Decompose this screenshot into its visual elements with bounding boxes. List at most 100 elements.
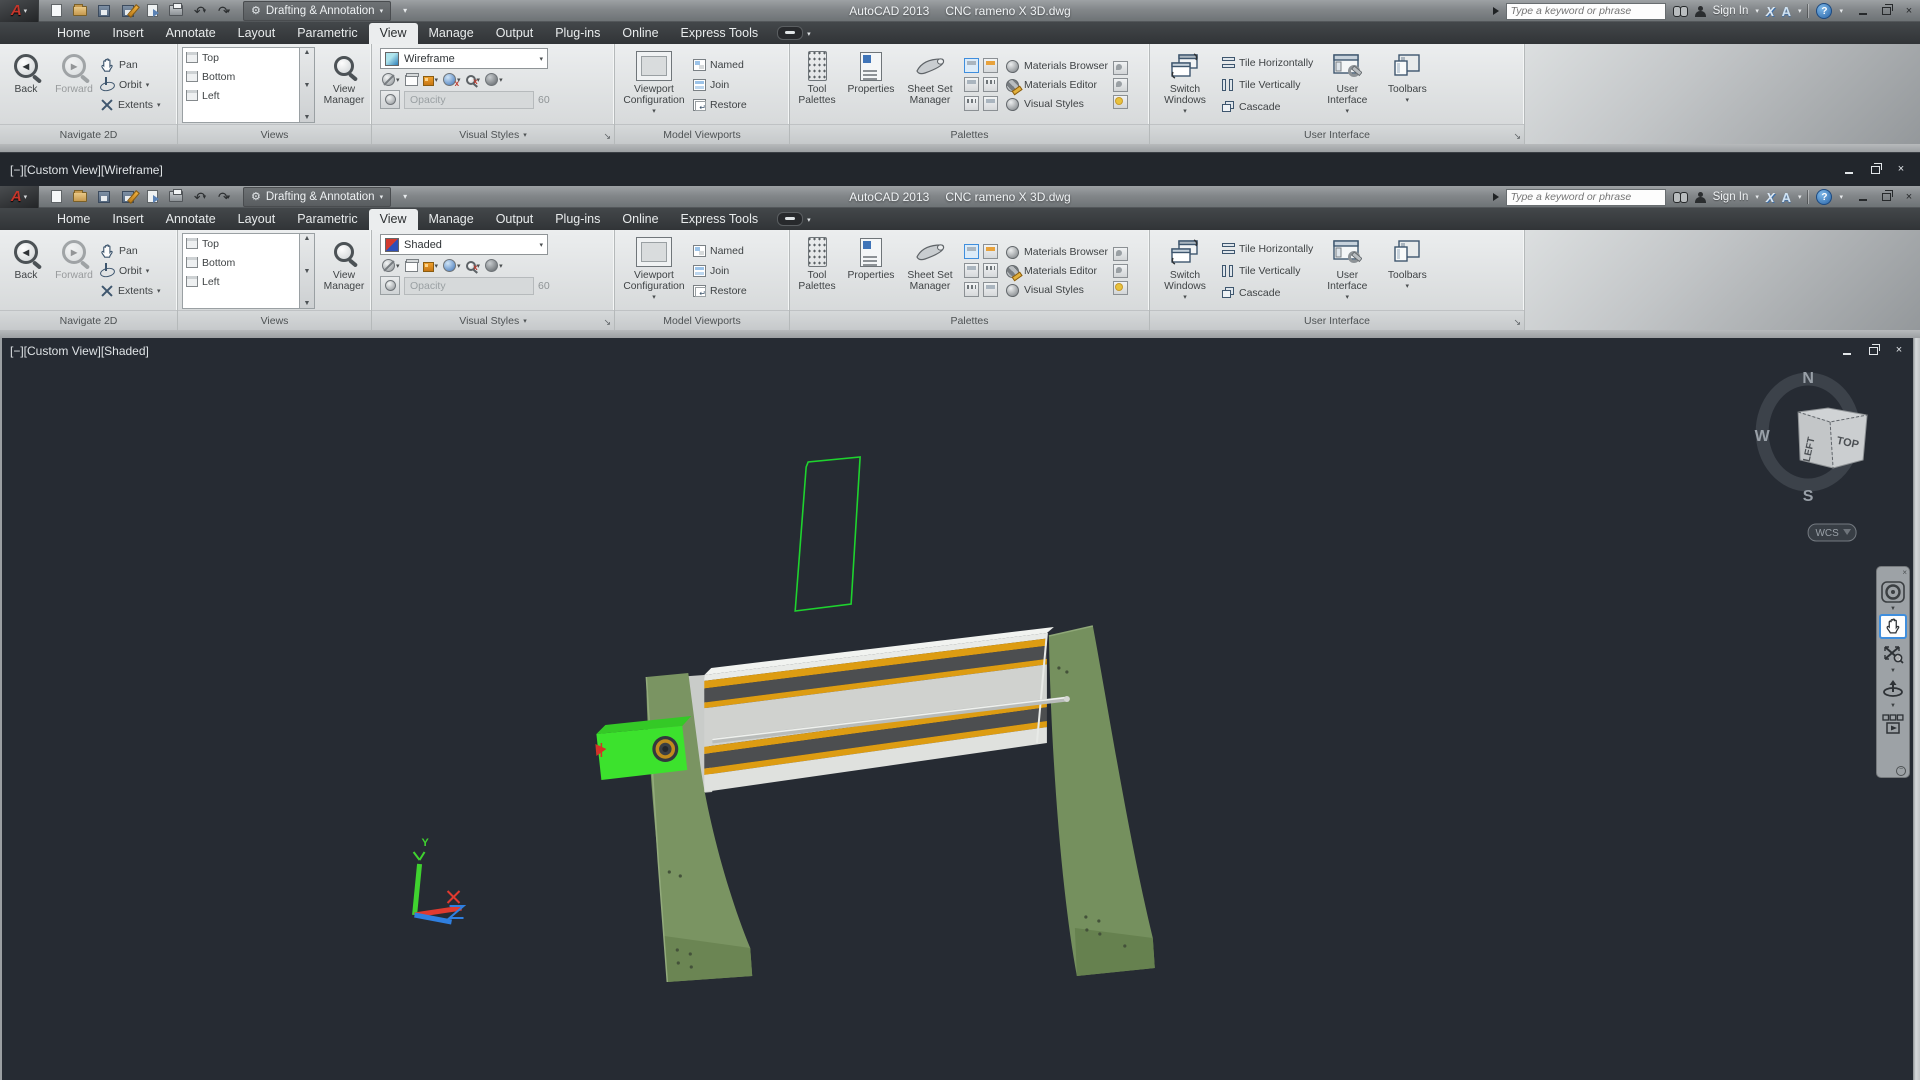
join-viewports-button[interactable]: Join <box>693 75 747 95</box>
navigation-wheel-button[interactable] <box>1879 579 1907 604</box>
dialog-launcher-icon[interactable]: ↘ <box>603 131 611 142</box>
panel-label-user-interface[interactable]: User Interface↘ <box>1150 124 1524 144</box>
tab-parametric[interactable]: Parametric <box>286 23 368 44</box>
tool-palettes-button[interactable]: Tool Palettes <box>794 47 840 123</box>
named-viewports-button[interactable]: Named <box>693 241 747 261</box>
tab-layout[interactable]: Layout <box>227 209 287 230</box>
user-interface-button[interactable]: User Interface▾ <box>1319 233 1375 309</box>
panel-label-user-interface[interactable]: User Interface↘ <box>1150 310 1524 330</box>
materials-editor-button[interactable]: Materials Editor <box>1006 263 1108 279</box>
panel-label-navigate[interactable]: Navigate 2D <box>0 310 177 330</box>
panel-label-palettes[interactable]: Palettes <box>790 124 1149 144</box>
tab-plugins[interactable]: Plug-ins <box>544 209 611 230</box>
view-left[interactable]: Left <box>183 86 299 105</box>
search-history-icon[interactable] <box>1493 7 1499 15</box>
pan-button[interactable]: Pan <box>100 241 161 261</box>
tab-annotate[interactable]: Annotate <box>155 23 227 44</box>
save-button[interactable] <box>95 188 113 205</box>
design-center-button[interactable] <box>964 96 979 111</box>
navbar-customize-icon[interactable]: − <box>1896 766 1906 776</box>
autodesk-360-icon[interactable]: A <box>1782 190 1791 205</box>
visual-styles-palette-button[interactable]: Visual Styles <box>1006 282 1108 298</box>
dialog-launcher-icon[interactable]: ↘ <box>603 317 611 328</box>
tile-horizontally-button[interactable]: Tile Horizontally <box>1222 53 1313 73</box>
view-manager-button[interactable]: View Manager <box>321 233 367 309</box>
back-button[interactable]: ◂ Back <box>4 47 48 123</box>
face-style-button[interactable] <box>403 259 420 272</box>
xray-button[interactable]: x▾ <box>464 260 483 272</box>
toolbars-button[interactable]: Toolbars▾ <box>1381 233 1433 309</box>
chevron-down-icon[interactable]: ▾ <box>1755 193 1759 201</box>
chevron-down-icon[interactable]: ▼ <box>1890 668 1896 674</box>
view-top[interactable]: Top <box>183 234 299 253</box>
panel-label-model-viewports[interactable]: Model Viewports <box>615 124 789 144</box>
wcs-button[interactable]: WCS <box>1808 524 1856 541</box>
search-history-icon[interactable] <box>1493 193 1499 201</box>
panel-label-palettes[interactable]: Palettes <box>790 310 1149 330</box>
advanced-render-settings-button[interactable] <box>1113 264 1128 278</box>
open-button[interactable] <box>71 188 89 205</box>
switch-windows-button[interactable]: Switch Windows▾ <box>1154 233 1216 309</box>
properties-button[interactable]: Properties <box>843 233 899 309</box>
restore-viewports-button[interactable]: Restore <box>693 95 747 115</box>
save-button[interactable] <box>95 2 113 19</box>
sign-in-link[interactable]: Sign In <box>1713 5 1749 17</box>
export-button[interactable] <box>143 188 161 205</box>
tab-insert[interactable]: Insert <box>101 209 154 230</box>
materials-browser-button[interactable]: Materials Browser <box>1006 244 1108 260</box>
user-interface-button[interactable]: User Interface▾ <box>1319 47 1375 123</box>
visual-styles-palette-button[interactable]: Visual Styles <box>1006 96 1108 112</box>
tile-horizontally-button[interactable]: Tile Horizontally <box>1222 239 1313 259</box>
search-input[interactable] <box>1506 189 1666 206</box>
cascade-button[interactable]: Cascade <box>1222 283 1313 303</box>
external-references-button[interactable] <box>983 58 998 73</box>
chevron-down-icon[interactable]: ▾ <box>1839 7 1843 15</box>
chevron-down-icon[interactable]: ▾ <box>1755 7 1759 15</box>
face-style-button[interactable] <box>403 73 420 86</box>
tab-annotate[interactable]: Annotate <box>155 209 227 230</box>
app-menu-button[interactable]: A▾ <box>0 0 39 22</box>
views-scrollbar[interactable]: ▲▼▼ <box>300 233 315 309</box>
ucs-icon[interactable]: Y <box>414 837 464 922</box>
minimize-button[interactable] <box>1856 5 1870 18</box>
zoom-extents-button[interactable] <box>1879 641 1907 666</box>
render-environment-button[interactable] <box>1113 247 1128 261</box>
undo-button[interactable]: ↶▾ <box>191 2 209 19</box>
panel-label-visual-styles[interactable]: Visual Styles▾↘ <box>372 124 614 144</box>
quickcalc-button[interactable] <box>983 263 998 278</box>
tool-palettes-button[interactable]: Tool Palettes <box>794 233 840 309</box>
forward-button[interactable]: ▸ Forward <box>50 47 98 123</box>
tab-view[interactable]: View <box>369 23 418 44</box>
opacity-slider[interactable]: Opacity <box>404 277 534 295</box>
tab-express-tools[interactable]: Express Tools <box>670 209 770 230</box>
autodesk-360-icon[interactable]: A <box>1782 4 1791 19</box>
sun-properties-button[interactable] <box>1113 281 1128 295</box>
panel-label-views[interactable]: Views <box>178 310 371 330</box>
materials-editor-button[interactable]: Materials Editor <box>1006 77 1108 93</box>
tab-plugins[interactable]: Plug-ins <box>544 23 611 44</box>
properties-button[interactable]: Properties <box>843 47 899 123</box>
views-scrollbar[interactable]: ▲▼▼ <box>300 47 315 123</box>
restore-button[interactable] <box>1868 163 1882 176</box>
exchange-apps-icon[interactable]: X <box>1766 190 1775 205</box>
chevron-down-icon[interactable]: ▾ <box>807 216 811 224</box>
view-bottom[interactable]: Bottom <box>183 253 299 272</box>
markup-set-button[interactable] <box>964 263 979 278</box>
opacity-toggle[interactable] <box>380 276 400 295</box>
pan-tool-button[interactable] <box>1879 614 1907 639</box>
command-line-button[interactable] <box>964 244 979 259</box>
navbar-close-icon[interactable]: × <box>1902 568 1907 577</box>
tile-vertically-button[interactable]: Tile Vertically <box>1222 75 1313 95</box>
panel-label-navigate[interactable]: Navigate 2D <box>0 124 177 144</box>
tab-manage[interactable]: Manage <box>418 23 485 44</box>
chevron-down-icon[interactable]: ▾ <box>1798 193 1802 201</box>
help-button[interactable]: ? <box>1816 189 1832 205</box>
materials-display-button[interactable]: ▾ <box>483 258 505 273</box>
orbit-button[interactable]: Orbit▾ <box>100 75 161 95</box>
quickcalc-button[interactable] <box>983 77 998 92</box>
hidden-edges-button[interactable]: ▾ <box>380 72 402 87</box>
plot-button[interactable] <box>167 188 185 205</box>
extents-button[interactable]: Extents▾ <box>100 281 161 301</box>
switch-windows-button[interactable]: Switch Windows▾ <box>1154 47 1216 123</box>
viewport-configuration-button[interactable]: Viewport Configuration▾ <box>619 47 689 123</box>
